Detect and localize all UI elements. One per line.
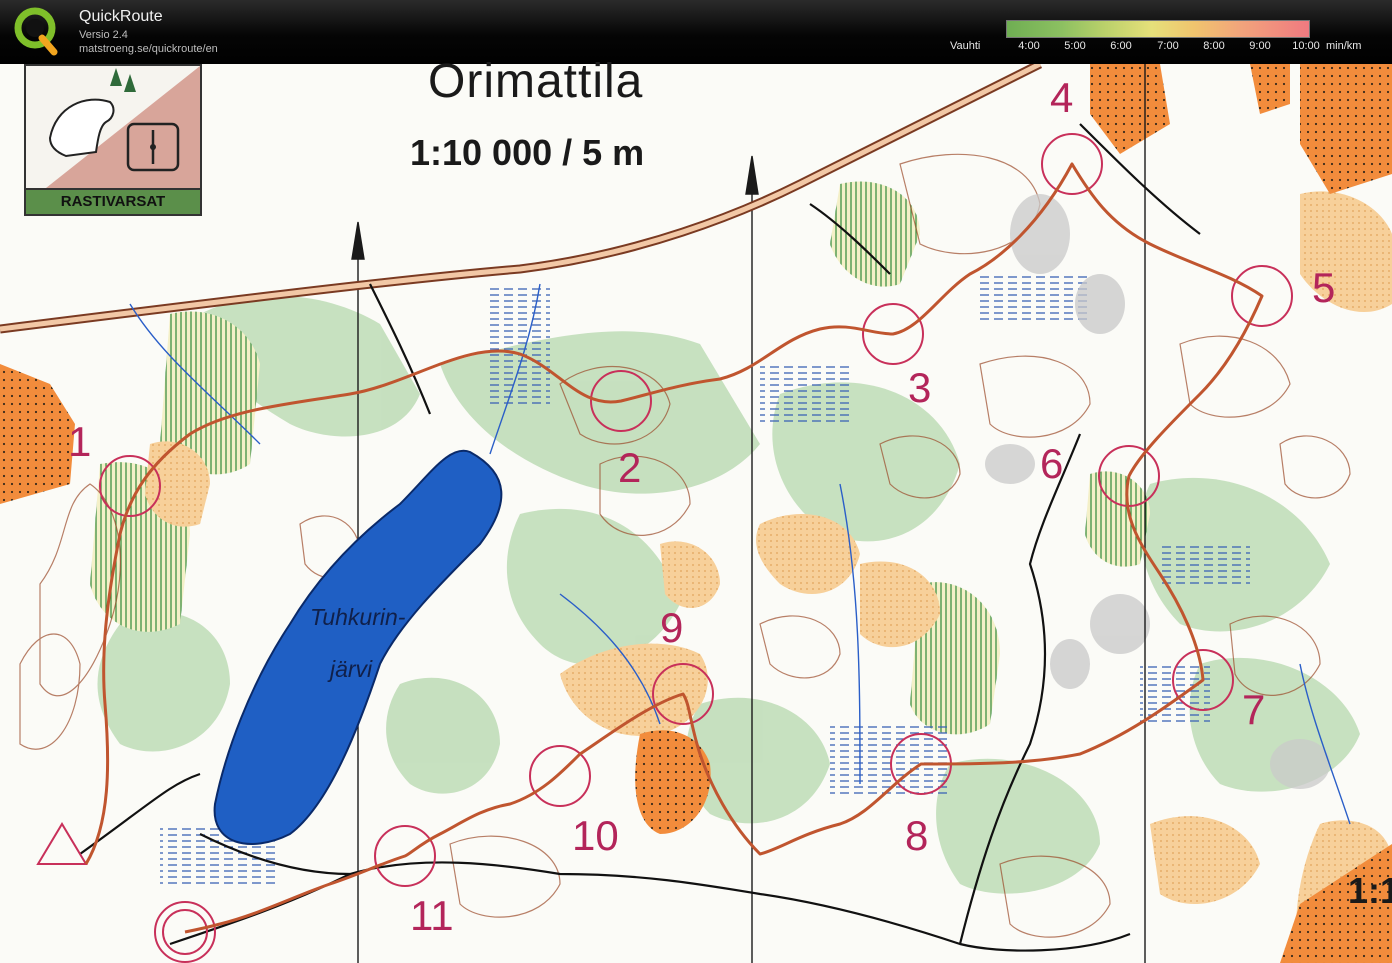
control-number-6: 6	[1040, 440, 1064, 487]
pace-tick: 10:00	[1292, 40, 1320, 52]
pace-tick: 6:00	[1110, 40, 1132, 52]
control-number-4: 4	[1050, 74, 1074, 121]
map-scale-partial: 1:1	[1348, 870, 1392, 911]
pace-tick: 4:00	[1018, 40, 1040, 52]
control-number-1: 1	[68, 418, 92, 465]
app-url[interactable]: matstroeng.se/quickroute/en	[79, 43, 218, 55]
pace-tick: 8:00	[1203, 40, 1225, 52]
app-version: Versio 2.4	[79, 29, 128, 41]
pace-color-bar	[1006, 20, 1310, 38]
map-canvas	[0, 64, 1392, 963]
control-number-11: 11	[410, 892, 454, 939]
app-title: QuickRoute	[79, 8, 163, 25]
club-badge-label: RASTIVARSAT	[26, 188, 200, 214]
control-number-9: 9	[660, 604, 684, 651]
lake-label: Tuhkurin-	[310, 604, 406, 630]
control-number-3: 3	[908, 364, 932, 411]
club-badge-emblem-icon	[46, 66, 200, 188]
control-number-7: 7	[1242, 686, 1266, 733]
pace-tick: 9:00	[1249, 40, 1271, 52]
club-badge: RASTIVARSAT	[24, 64, 202, 216]
quickroute-logo-icon	[14, 7, 58, 56]
map-scale: 1:10 000 / 5 m	[410, 132, 645, 173]
pace-legend: Vauhti 4:00 5:00 6:00 7:00 8:00 9:00 10:…	[940, 16, 1380, 60]
pace-caption: Vauhti	[950, 40, 981, 52]
control-number-2: 2	[618, 444, 642, 491]
pace-unit: min/km	[1326, 40, 1362, 52]
control-number-10: 10	[572, 812, 619, 859]
quickroute-window: QuickRoute Versio 2.4 matstroeng.se/quic…	[0, 0, 1392, 963]
lake-label: järvi	[330, 656, 373, 682]
map-title: Orimattila	[428, 55, 644, 108]
control-number-8: 8	[905, 812, 929, 859]
pace-tick: 7:00	[1157, 40, 1179, 52]
orienteering-map[interactable]: RASTIVARSAT Orimattila 1:10 000 / 5 m 1:…	[0, 55, 1392, 963]
pace-tick: 5:00	[1064, 40, 1086, 52]
control-number-5: 5	[1312, 264, 1336, 311]
header-bar: QuickRoute Versio 2.4 matstroeng.se/quic…	[0, 0, 1392, 64]
